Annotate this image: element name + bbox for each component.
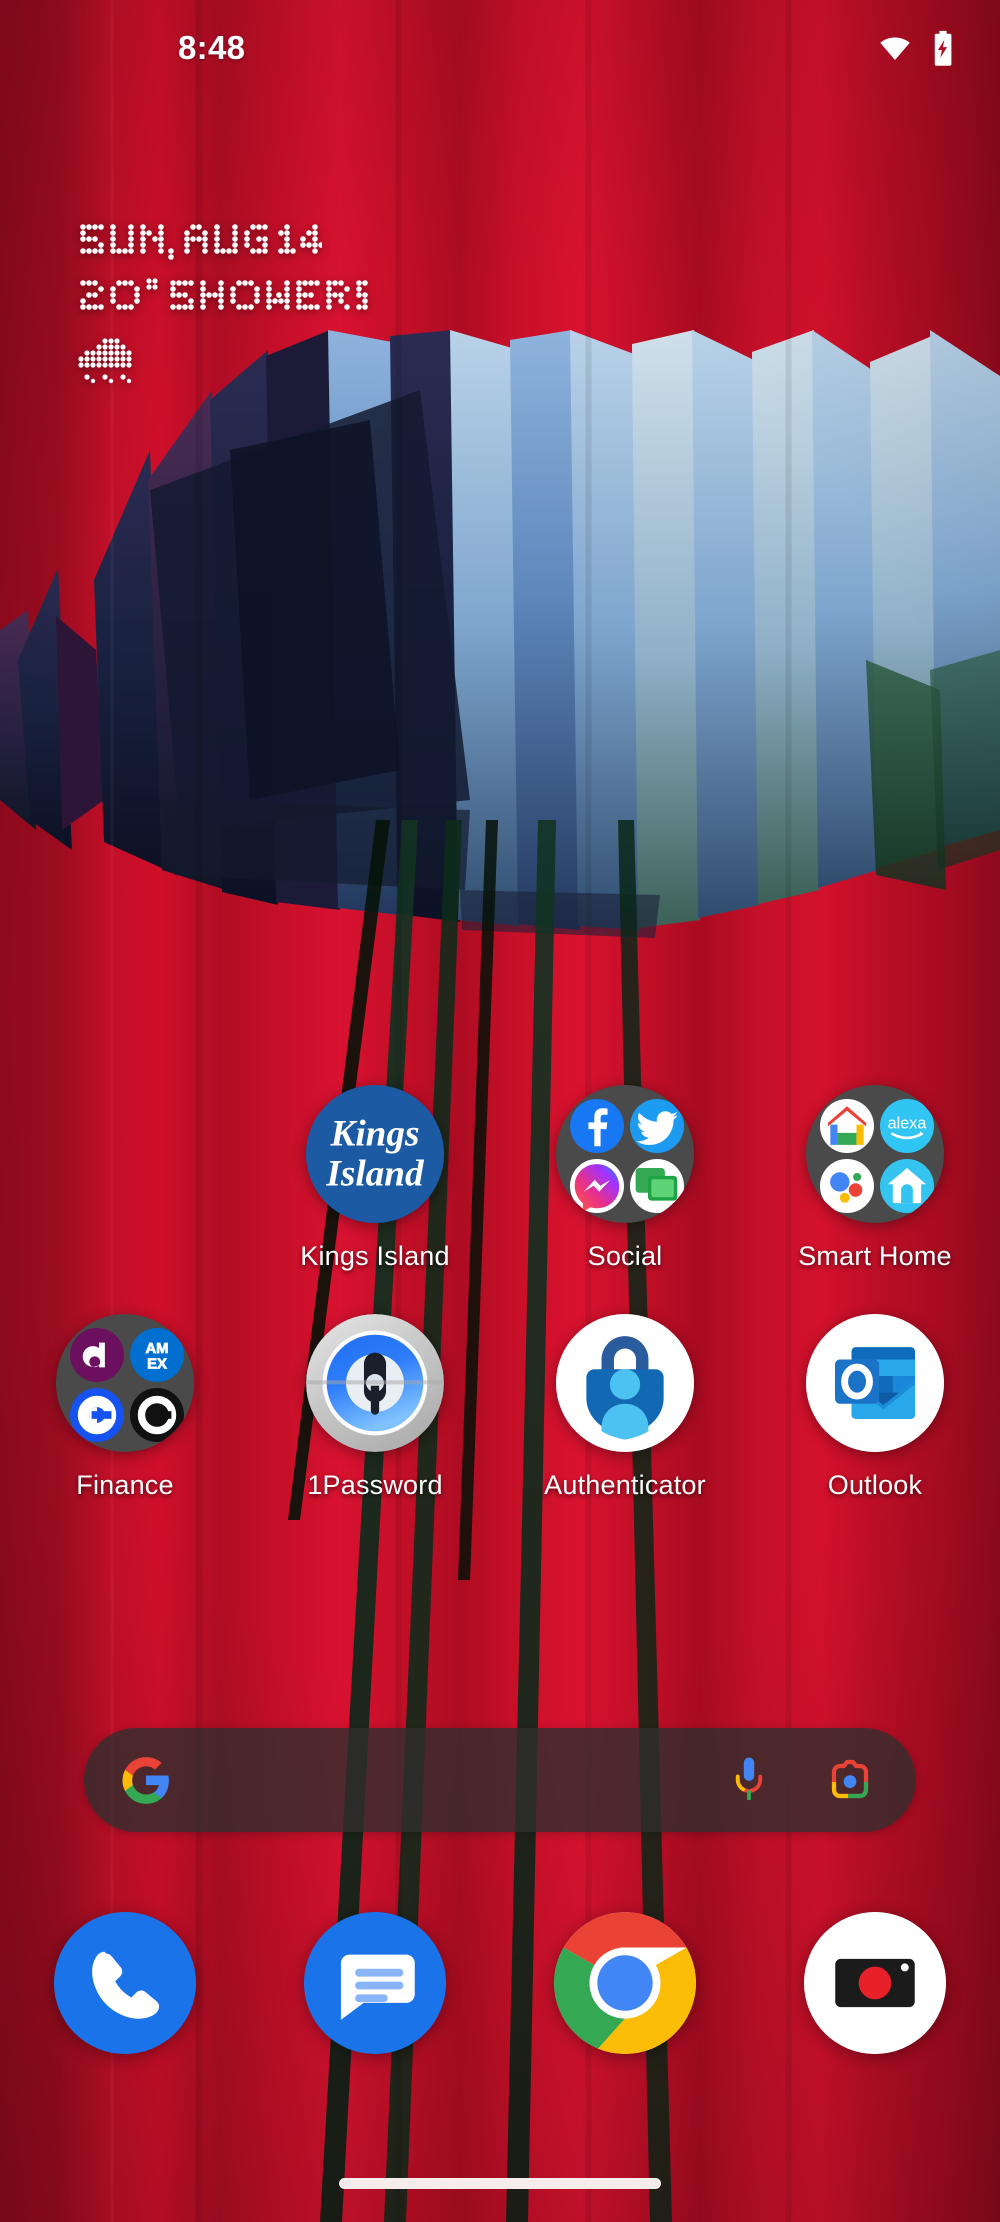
status-bar-icons: [878, 30, 956, 66]
dock-item-camera[interactable]: [750, 1912, 1000, 2054]
messages-icon[interactable]: [304, 1912, 446, 2054]
acorns-icon: [70, 1328, 124, 1382]
weather-date-line: [78, 222, 370, 264]
google-home-icon: [820, 1099, 874, 1153]
svg-text:AM: AM: [145, 1341, 168, 1357]
svg-text:alexa: alexa: [888, 1114, 927, 1132]
app-label: Authenticator: [544, 1470, 706, 1500]
amex-icon: AM EX: [130, 1328, 184, 1382]
dock-item-messages[interactable]: [250, 1912, 500, 2054]
dock: [0, 1912, 1000, 2054]
svg-text:EX: EX: [147, 1357, 167, 1373]
app-label: Outlook: [827, 1470, 923, 1500]
weather-conditions-line: [78, 278, 370, 320]
app-outlook[interactable]: Outlook: [750, 1314, 1000, 1501]
google-assistant-icon: [820, 1159, 874, 1213]
chrome-icon[interactable]: [554, 1912, 696, 2054]
status-bar: 8:48: [0, 0, 1000, 96]
battery-charging-icon: [934, 30, 952, 66]
coinbase-wallet-icon: [130, 1388, 184, 1442]
coinbase-icon: [70, 1388, 124, 1442]
1password-icon[interactable]: [306, 1314, 444, 1452]
svg-text:Kings: Kings: [329, 1114, 419, 1155]
dock-item-phone[interactable]: [0, 1912, 250, 2054]
status-bar-clock: 8:48: [178, 29, 246, 66]
rain-cloud-icon: [78, 338, 132, 384]
google-search-bar[interactable]: [84, 1728, 916, 1832]
app-label: Social: [587, 1241, 663, 1271]
app-1password[interactable]: 1Password: [250, 1314, 500, 1501]
weather-conditions-dotmatrix: [80, 278, 368, 310]
home-screen: 8:48 Kings Island Kings Island Social al…: [0, 0, 1000, 2222]
folder-icon[interactable]: [556, 1085, 694, 1223]
app-authenticator[interactable]: Authenticator: [500, 1314, 750, 1501]
app-grid: Kings Island Kings Island Social alexa S…: [0, 1085, 1000, 1543]
folder-icon[interactable]: alexa: [806, 1085, 944, 1223]
weather-date-dotmatrix: [80, 224, 322, 260]
kings-island-icon[interactable]: Kings Island: [306, 1085, 444, 1223]
outlook-icon[interactable]: [806, 1314, 944, 1452]
dock-item-chrome[interactable]: [500, 1912, 750, 2054]
weather-widget[interactable]: [78, 222, 370, 386]
folder-social[interactable]: Social: [500, 1085, 750, 1272]
app-label: 1Password: [307, 1470, 443, 1500]
folder-smart-home[interactable]: alexa Smart Home: [750, 1085, 1000, 1272]
google-lens-icon[interactable]: [826, 1756, 874, 1804]
phone-icon[interactable]: [54, 1912, 196, 2054]
wifi-icon: [880, 37, 910, 61]
home-app-icon: [880, 1159, 934, 1213]
app-grid-row: Kings Island Kings Island Social alexa S…: [0, 1085, 1000, 1272]
camera-icon[interactable]: [804, 1912, 946, 2054]
messenger-icon: [570, 1159, 624, 1213]
app-grid-row: AM EX Finance 1Password Authenticator Ou…: [0, 1314, 1000, 1501]
alexa-icon: alexa: [880, 1099, 934, 1153]
google-messages-icon: [630, 1159, 684, 1213]
home-gesture-pill[interactable]: [339, 2178, 661, 2189]
facebook-icon: [570, 1099, 624, 1153]
app-kings-island[interactable]: Kings Island Kings Island: [250, 1085, 500, 1272]
app-label: Finance: [76, 1470, 174, 1500]
search-actions: [728, 1754, 874, 1806]
svg-text:Island: Island: [325, 1154, 425, 1195]
microsoft-authenticator-icon[interactable]: [556, 1314, 694, 1452]
microphone-icon[interactable]: [728, 1754, 770, 1806]
app-label: Smart Home: [798, 1241, 952, 1271]
google-g-icon: [122, 1757, 169, 1804]
app-label: Kings Island: [300, 1241, 450, 1271]
twitter-icon: [630, 1099, 684, 1153]
folder-finance[interactable]: AM EX Finance: [0, 1314, 250, 1501]
folder-icon[interactable]: AM EX: [56, 1314, 194, 1452]
